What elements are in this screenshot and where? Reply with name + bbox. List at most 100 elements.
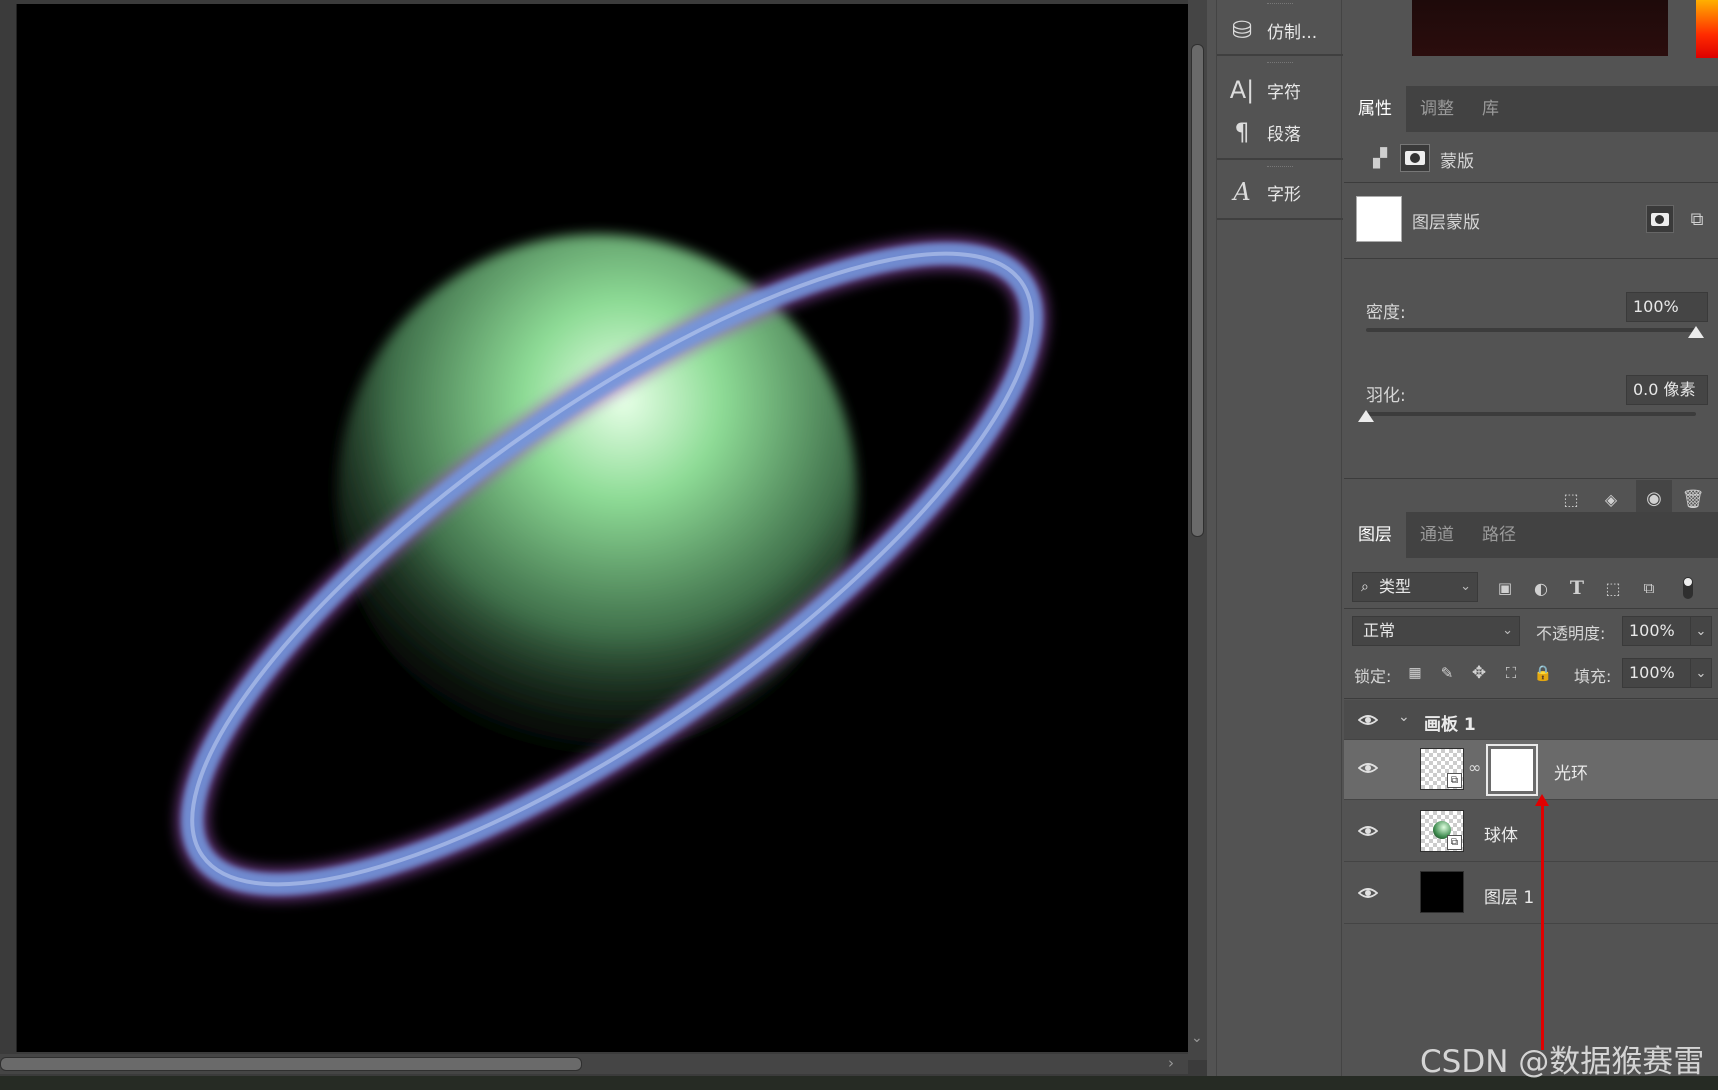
opacity-label: 不透明度: [1536, 624, 1606, 643]
collapsed-panel-dock: ⛁ 仿制... A| 字符 ¶ 段落 A 字形 [1216, 0, 1343, 1076]
opacity-input[interactable]: 100% [1622, 616, 1696, 646]
apply-mask-icon[interactable]: ◈ [1596, 484, 1626, 514]
layer-mask-label: 图层蒙版 [1412, 213, 1480, 233]
color-picker-field[interactable] [1412, 0, 1668, 56]
right-panel-column: 属性 调整 库 ▞ 蒙版 图层蒙版 ⧉ 密度: 100% 羽化: 0.0 像素 … [1344, 0, 1718, 1076]
vertical-scroll-thumb[interactable] [1191, 44, 1204, 537]
lock-artboard-icon[interactable]: ⛶ [1500, 661, 1522, 685]
character-icon: A| [1229, 76, 1255, 104]
select-mask-icon[interactable] [1646, 205, 1674, 233]
density-label: 密度: [1366, 303, 1406, 323]
add-vector-mask-icon[interactable]: ⧉ [1684, 205, 1710, 233]
filter-shape-icon[interactable]: ⬚ [1600, 576, 1626, 600]
tab-channels[interactable]: 通道 [1406, 512, 1468, 558]
dock-clone-source[interactable]: ⛁ 仿制... [1217, 10, 1343, 50]
dock-grip[interactable] [1267, 3, 1293, 6]
tab-adjustments[interactable]: 调整 [1406, 86, 1468, 132]
vector-mask-icon[interactable] [1400, 144, 1430, 172]
delete-mask-icon[interactable]: 🗑 [1678, 484, 1708, 514]
artboard-name: 画板 1 [1424, 715, 1476, 735]
layer-thumbnail: ⧉ [1420, 810, 1464, 852]
dock-glyphs[interactable]: A 字形 [1217, 172, 1343, 212]
link-icon[interactable]: ∞ [1468, 758, 1481, 777]
layer-name: 球体 [1484, 826, 1518, 846]
panel-divider [1344, 182, 1718, 183]
lock-transparent-pixels-icon[interactable]: ▦ [1404, 661, 1426, 685]
chevron-down-icon[interactable]: ⌄ [1398, 709, 1410, 725]
horizontal-scrollbar[interactable]: › [0, 1054, 1188, 1074]
lock-label: 锁定: [1354, 667, 1392, 686]
fill-input[interactable]: 100% [1622, 658, 1696, 688]
dock-clone-label: 仿制... [1267, 22, 1318, 43]
chevron-down-icon: ⌄ [1460, 579, 1471, 594]
layer-row[interactable]: 图层 1 [1344, 862, 1718, 924]
layer-mask-selected-frame[interactable] [1486, 744, 1538, 796]
eye-icon[interactable] [1357, 758, 1379, 778]
lock-image-pixels-icon[interactable]: ✎ [1436, 661, 1458, 685]
eye-icon[interactable] [1357, 710, 1379, 730]
panel-divider [1344, 698, 1718, 699]
fill-label: 填充: [1574, 667, 1612, 686]
mask-kind-label: 蒙版 [1440, 152, 1474, 172]
layer-row[interactable]: ⧉ ∞ 光环 [1344, 740, 1718, 800]
eye-icon[interactable] [1357, 883, 1379, 903]
layer-mask-thumbnail [1356, 196, 1402, 242]
tab-paths[interactable]: 路径 [1468, 512, 1530, 558]
layer-filter-dropdown[interactable]: ⌕ 类型 ⌄ [1352, 572, 1478, 602]
density-slider-track[interactable] [1366, 328, 1696, 332]
load-selection-icon[interactable]: ⬚ [1556, 484, 1586, 514]
density-slider-handle[interactable] [1688, 326, 1704, 338]
density-input[interactable]: 100% [1626, 292, 1708, 322]
eye-icon[interactable] [1357, 821, 1379, 841]
annotation-arrow [1541, 800, 1544, 1050]
hue-slider[interactable] [1696, 0, 1718, 58]
document-canvas-area[interactable]: ⌄ › [0, 0, 1207, 1090]
lock-all-icon[interactable]: 🔒 [1532, 661, 1554, 685]
planet-artwork [175, 234, 1049, 902]
layer-mask-thumbnail [1491, 749, 1533, 791]
tab-properties[interactable]: 属性 [1344, 86, 1406, 132]
opacity-chevron-icon[interactable]: ⌄ [1690, 616, 1712, 646]
dock-character[interactable]: A| 字符 [1217, 70, 1343, 110]
dock-paragraph[interactable]: ¶ 段落 [1217, 112, 1343, 152]
artboard-canvas[interactable] [16, 4, 1190, 1052]
filter-smart-object-icon[interactable]: ⧉ [1636, 576, 1662, 600]
search-icon: ⌕ [1361, 579, 1369, 595]
scroll-down-icon[interactable]: ⌄ [1191, 1030, 1203, 1046]
filter-type-icon[interactable]: T [1564, 576, 1590, 600]
layer-name: 图层 1 [1484, 888, 1535, 908]
dock-glyphs-label: 字形 [1267, 184, 1301, 205]
filter-pixel-icon[interactable]: ▣ [1492, 576, 1518, 600]
pixel-mask-icon[interactable]: ▞ [1368, 146, 1392, 170]
dock-divider [1217, 54, 1343, 56]
dock-grip[interactable] [1267, 166, 1293, 169]
layer-row[interactable]: ⧉ 球体 [1344, 800, 1718, 862]
chevron-down-icon: ⌄ [1502, 623, 1513, 638]
feather-slider-handle[interactable] [1358, 410, 1374, 422]
tab-layers[interactable]: 图层 [1344, 512, 1406, 558]
vertical-scrollbar[interactable]: ⌄ [1188, 0, 1207, 1060]
fill-chevron-icon[interactable]: ⌄ [1690, 658, 1712, 688]
dock-divider [1217, 218, 1343, 220]
feather-slider-track[interactable] [1366, 412, 1696, 416]
toggle-mask-visibility-icon[interactable]: ◉ [1636, 480, 1672, 516]
tab-libraries[interactable]: 库 [1468, 86, 1513, 132]
paragraph-icon: ¶ [1234, 118, 1250, 146]
horizontal-scroll-thumb[interactable] [0, 1057, 582, 1071]
feather-input[interactable]: 0.0 像素 [1626, 375, 1708, 405]
dock-grip[interactable] [1267, 62, 1293, 65]
lock-position-icon[interactable]: ✥ [1468, 661, 1490, 685]
filter-adjustment-icon[interactable]: ◐ [1528, 576, 1554, 600]
panel-divider [1344, 258, 1718, 259]
blend-mode-dropdown[interactable]: 正常 ⌄ [1352, 616, 1520, 646]
artboard-group-row[interactable]: ⌄ 画板 1 [1344, 700, 1718, 740]
watermark: CSDN @数据猴赛雷 [1420, 1044, 1705, 1080]
dock-character-label: 字符 [1267, 82, 1301, 103]
properties-tabbar: 属性 调整 库 [1344, 86, 1718, 132]
layers-tabbar: 图层 通道 路径 [1344, 512, 1718, 558]
scroll-right-icon[interactable]: › [1168, 1054, 1174, 1072]
dock-paragraph-label: 段落 [1267, 124, 1301, 145]
smart-object-icon: ⧉ [1447, 835, 1462, 850]
feather-label: 羽化: [1366, 386, 1406, 406]
filter-toggle-icon[interactable] [1678, 574, 1698, 602]
